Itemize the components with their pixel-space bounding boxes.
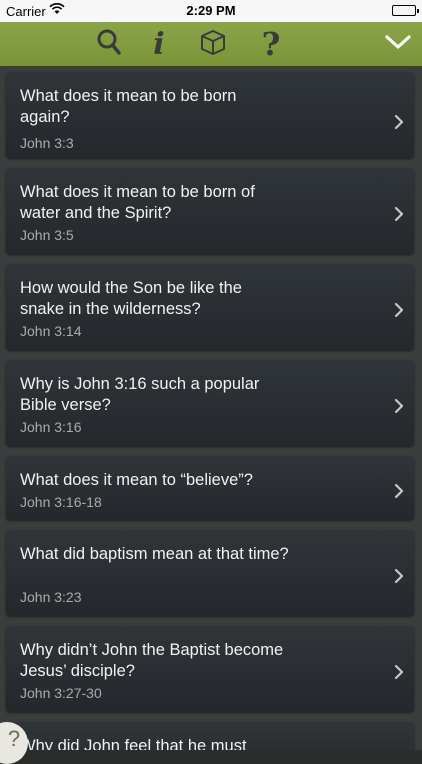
info-icon: i	[153, 26, 165, 62]
question-text: What did baptism mean at that time?	[20, 545, 289, 563]
question-card[interactable]: What does it mean to “believe”? John 3:1…	[6, 456, 414, 520]
question-card[interactable]: What does it mean to be born of water an…	[6, 168, 414, 254]
chevron-right-icon	[394, 664, 404, 680]
help-button-toolbar[interactable]: ?	[258, 22, 284, 66]
battery-icon	[392, 5, 419, 16]
question-card[interactable]: What did baptism mean at that time? John…	[6, 530, 414, 616]
question-text: How would the Son be like the snake in t…	[20, 279, 242, 318]
verse-reference: John 3:27-30	[20, 685, 102, 701]
question-text: Why did John feel that he must	[20, 737, 247, 750]
chevron-right-icon	[394, 302, 404, 318]
verse-reference: John 3:23	[20, 589, 82, 605]
verse-reference: John 3:16-18	[20, 494, 102, 510]
verse-reference: John 3:5	[20, 227, 74, 243]
question-text: What does it mean to “believe”?	[20, 471, 253, 489]
collapse-button[interactable]	[380, 22, 416, 66]
clock: 2:29 PM	[186, 3, 236, 18]
info-button[interactable]: i	[146, 22, 172, 66]
cube-button[interactable]	[196, 22, 230, 66]
verse-reference: John 3:14	[20, 323, 82, 339]
toolbar: i ?	[0, 22, 422, 66]
verse-reference: John 3:16	[20, 419, 82, 435]
question-text: Why didn’t John the Baptist become Jesus…	[20, 641, 284, 680]
chevron-right-icon	[394, 114, 404, 130]
cube-icon	[199, 28, 227, 61]
question-card[interactable]: Why didn’t John the Baptist become Jesus…	[6, 626, 414, 712]
question-text: What does it mean to be born of water an…	[20, 183, 255, 222]
chevron-right-icon	[394, 398, 404, 414]
chevron-right-icon	[394, 206, 404, 222]
verse-reference: John 3:3	[20, 135, 74, 151]
question-text: What does it mean to be born again?	[20, 87, 237, 126]
chevron-down-icon	[385, 34, 411, 55]
chevron-right-icon	[394, 568, 404, 584]
question-card[interactable]: Why did John feel that he must	[6, 722, 414, 750]
search-icon	[96, 28, 122, 61]
chevron-right-icon	[394, 483, 404, 499]
question-card[interactable]: What does it mean to be born again? John…	[6, 72, 414, 158]
status-bar: Carrier 2:29 PM	[0, 0, 422, 22]
search-button[interactable]	[92, 22, 126, 66]
question-list[interactable]: What does it mean to be born again? John…	[0, 66, 422, 750]
question-card[interactable]: How would the Son be like the snake in t…	[6, 264, 414, 350]
question-text: Why is John 3:16 such a popular Bible ve…	[20, 375, 260, 414]
question-card[interactable]: Why is John 3:16 such a popular Bible ve…	[6, 360, 414, 446]
question-icon: ?	[261, 25, 281, 63]
